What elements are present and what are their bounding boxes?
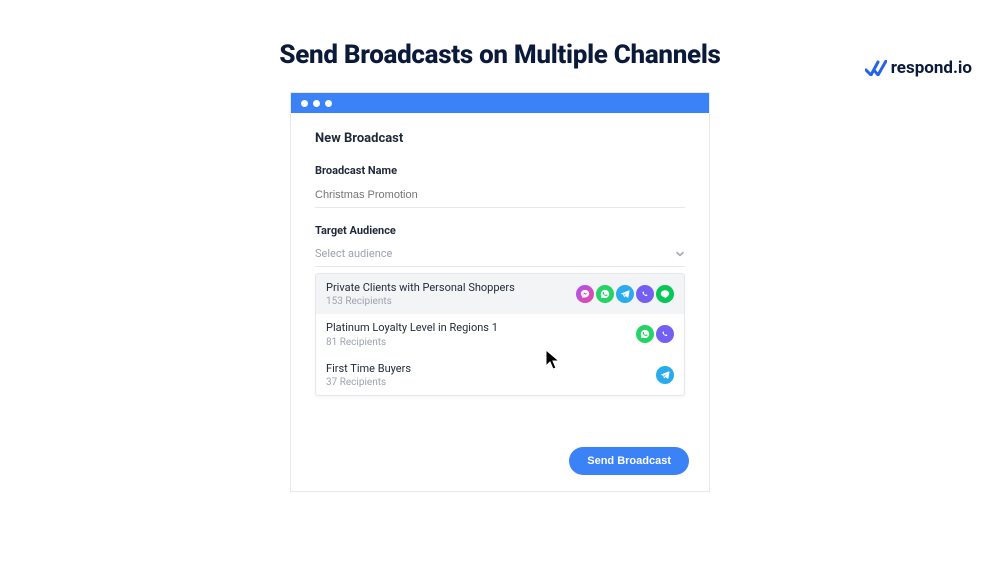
audience-option-channels [656,366,674,384]
target-audience-label: Target Audience [315,224,685,237]
send-broadcast-button[interactable]: Send Broadcast [569,447,689,475]
audience-option-recipients: 153 Recipients [326,296,515,307]
audience-option[interactable]: Private Clients with Personal Shoppers15… [316,274,684,314]
audience-option-label: First Time Buyers [326,362,411,376]
audience-option-label: Private Clients with Personal Shoppers [326,281,515,295]
window-control-zoom[interactable] [325,100,332,107]
telegram-icon [656,366,674,384]
audience-option[interactable]: Platinum Loyalty Level in Regions 1 81 Re… [316,314,684,354]
audience-dropdown: Private Clients with Personal Shoppers15… [315,273,685,396]
window-control-close[interactable] [301,100,308,107]
brand-logo: respond.io [865,58,972,78]
window-titlebar [291,93,709,113]
audience-option-channels [576,285,674,303]
brand-logo-icon [865,60,887,76]
audience-option-label: Platinum Loyalty Level in Regions 1 [326,321,498,335]
target-audience-select[interactable]: Select audience [315,243,685,267]
audience-option-text: Platinum Loyalty Level in Regions 1 81 Re… [326,321,498,347]
whatsapp-icon [636,325,654,343]
audience-option-text: Private Clients with Personal Shoppers15… [326,281,515,307]
broadcast-name-label: Broadcast Name [315,164,685,177]
page-title: Send Broadcasts on Multiple Channels [0,40,1000,70]
broadcast-name-input[interactable] [315,185,685,208]
viber-icon [636,285,654,303]
chevron-down-icon [675,249,685,259]
whatsapp-icon [596,285,614,303]
broadcast-window: New Broadcast Broadcast Name Target Audi… [290,92,710,492]
viber-icon [656,325,674,343]
audience-option-text: First Time Buyers37 Recipients [326,362,411,388]
messenger-icon [576,285,594,303]
line-icon [656,285,674,303]
audience-option[interactable]: First Time Buyers37 Recipients [316,355,684,395]
audience-option-channels [636,325,674,343]
window-control-minimize[interactable] [313,100,320,107]
telegram-icon [616,285,634,303]
brand-name: respond.io [891,58,972,78]
audience-option-recipients: 81 Recipients [326,337,498,348]
audience-option-recipients: 37 Recipients [326,377,411,388]
target-audience-placeholder: Select audience [315,247,392,260]
window-body: New Broadcast Broadcast Name Target Audi… [291,113,709,452]
modal-title: New Broadcast [315,131,685,146]
